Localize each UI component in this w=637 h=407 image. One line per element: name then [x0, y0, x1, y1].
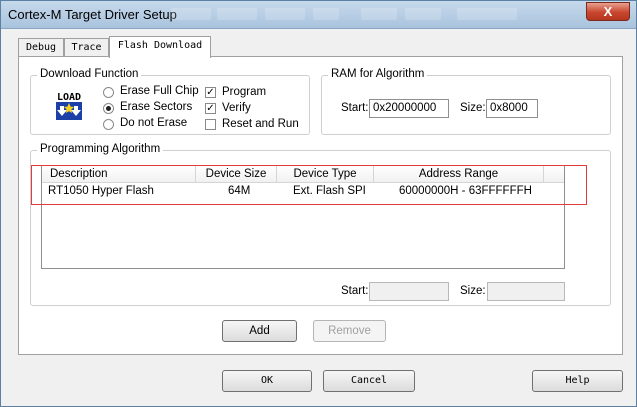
background-blur [405, 8, 441, 20]
tab-debug[interactable]: Debug [18, 38, 64, 58]
erase-full-chip-label: Erase Full Chip [120, 85, 199, 97]
ram-start-input[interactable]: 0x20000000 [369, 99, 449, 118]
ram-size-label: Size: [460, 102, 486, 114]
do-not-erase-label: Do not Erase [120, 117, 188, 129]
remove-button[interactable]: Remove [313, 320, 386, 342]
close-button[interactable]: X [586, 2, 630, 21]
help-button[interactable]: Help [532, 370, 623, 392]
window-title: Cortex-M Target Driver Setup [8, 7, 177, 22]
row-description: RT1050 Hyper Flash [48, 185, 154, 197]
svg-text:LOAD: LOAD [57, 92, 81, 103]
column-header-address-range[interactable]: Address Range [374, 166, 544, 183]
ok-button[interactable]: OK [222, 370, 312, 392]
ram-size-input[interactable]: 0x8000 [486, 99, 538, 118]
program-label: Program [222, 86, 267, 98]
reset-and-run-label: Reset and Run [222, 118, 299, 130]
erase-sectors-radio[interactable] [103, 103, 114, 114]
column-header-filler [544, 166, 564, 183]
algorithm-list[interactable]: Description Device Size Device Type Addr… [41, 165, 565, 269]
background-blur [171, 8, 211, 20]
dialog-window: Cortex-M Target Driver Setup X Debug Tra… [0, 0, 637, 407]
column-header-description[interactable]: Description [42, 166, 196, 183]
tab-flash-download[interactable]: Flash Download [109, 36, 211, 58]
background-blur [361, 8, 397, 20]
cancel-button[interactable]: Cancel [323, 370, 415, 392]
background-blur [313, 8, 339, 20]
load-icon: LOAD [52, 90, 86, 120]
close-icon: X [603, 4, 613, 19]
algo-size-label: Size: [460, 285, 486, 297]
background-blur [457, 8, 517, 20]
column-header-device-type[interactable]: Device Type [277, 166, 374, 183]
erase-full-chip-radio[interactable] [103, 87, 114, 98]
row-device-size: 64M [228, 185, 251, 197]
verify-label: Verify [222, 102, 251, 114]
program-checkbox[interactable]: ✓ [205, 87, 216, 98]
column-header-device-size[interactable]: Device Size [196, 166, 277, 183]
programming-algorithm-legend: Programming Algorithm [37, 143, 164, 155]
verify-checkbox[interactable]: ✓ [205, 103, 216, 114]
background-blur [265, 8, 305, 20]
add-button[interactable]: Add [222, 320, 297, 342]
ram-for-algorithm-legend: RAM for Algorithm [328, 68, 428, 80]
algo-start-label: Start: [341, 285, 369, 297]
do-not-erase-radio[interactable] [103, 119, 114, 130]
algo-size-input[interactable] [487, 282, 565, 301]
download-function-legend: Download Function [37, 68, 142, 80]
background-blur [217, 8, 257, 20]
tab-trace[interactable]: Trace [64, 38, 109, 58]
erase-sectors-label: Erase Sectors [120, 101, 193, 113]
title-bar[interactable]: Cortex-M Target Driver Setup X [1, 1, 636, 29]
ram-start-label: Start: [341, 102, 369, 114]
row-device-type: Ext. Flash SPI [293, 185, 366, 197]
reset-and-run-checkbox[interactable] [205, 119, 216, 130]
algo-start-input[interactable] [369, 282, 449, 301]
row-address-range: 60000000H - 63FFFFFFH [399, 185, 532, 197]
